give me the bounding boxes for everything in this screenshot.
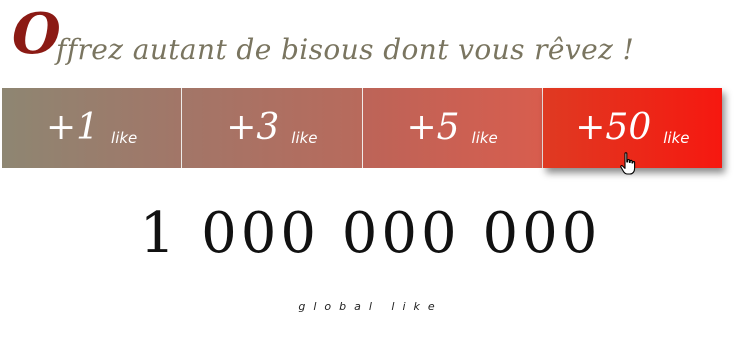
like-button-amount: +50 [575, 107, 652, 148]
like-plus-5-button[interactable]: +5 like [362, 88, 543, 168]
like-button-amount: +5 [406, 107, 460, 148]
hand-pointer-icon [620, 152, 636, 175]
like-button-amount: +1 [45, 107, 100, 148]
like-button-row: +1 like +3 like +5 like +50 like [2, 88, 722, 168]
like-plus-3-button[interactable]: +3 like [182, 88, 363, 168]
like-plus-1-button[interactable]: +1 like [2, 88, 183, 168]
like-button-unit: like [663, 129, 690, 147]
headline-drop-cap: O [12, 1, 61, 67]
like-button-unit: like [111, 129, 138, 147]
like-button-unit: like [471, 129, 498, 147]
headline-text: ffrez autant de bisous dont vous rêvez ! [56, 33, 635, 66]
like-button-amount: +3 [226, 107, 280, 148]
global-like-caption: global like [298, 300, 443, 313]
like-button-unit: like [291, 129, 318, 147]
global-like-counter: 1 000 000 000 [139, 201, 602, 266]
headline: O ffrez autant de bisous dont vous rêvez… [12, 4, 732, 76]
